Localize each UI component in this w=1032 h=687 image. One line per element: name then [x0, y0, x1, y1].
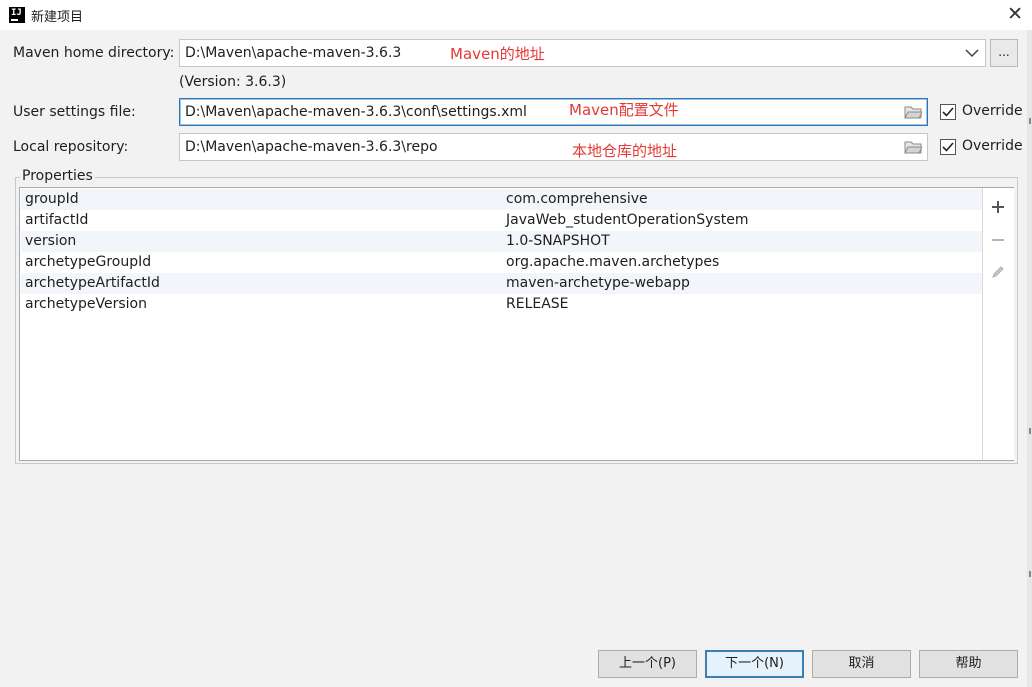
user-settings-field[interactable]: D:\Maven\apache-maven-3.6.3\conf\setting…	[179, 98, 928, 126]
window-title: 新建项目	[31, 10, 84, 25]
local-repo-field[interactable]: D:\Maven\apache-maven-3.6.3\repo	[179, 133, 928, 161]
properties-table: groupId com.comprehensive artifactId Jav…	[19, 187, 1014, 461]
property-value: RELEASE	[506, 296, 569, 312]
edit-icon[interactable]	[990, 264, 1006, 280]
remove-icon[interactable]	[990, 232, 1006, 248]
user-settings-override-checkbox[interactable]	[940, 104, 956, 120]
property-value: 1.0-SNAPSHOT	[506, 233, 610, 249]
property-value: maven-archetype-webapp	[506, 275, 690, 291]
close-icon[interactable]: ✕	[1007, 3, 1023, 25]
scroll-marker	[1029, 118, 1031, 124]
property-value: org.apache.maven.archetypes	[506, 254, 720, 270]
table-row[interactable]: archetypeVersion RELEASE	[21, 294, 982, 315]
property-key: archetypeArtifactId	[25, 275, 160, 291]
local-repo-override-checkbox[interactable]	[940, 139, 956, 155]
table-row[interactable]: artifactId JavaWeb_studentOperationSyste…	[21, 210, 982, 231]
property-value: JavaWeb_studentOperationSystem	[506, 212, 749, 228]
maven-home-label: Maven home directory:	[13, 45, 175, 61]
property-key: archetypeGroupId	[25, 254, 152, 270]
user-settings-value: D:\Maven\apache-maven-3.6.3\conf\setting…	[185, 104, 527, 120]
table-row[interactable]: version 1.0-SNAPSHOT	[21, 231, 982, 252]
folder-icon[interactable]	[904, 140, 922, 154]
chevron-down-icon[interactable]	[964, 42, 980, 64]
property-key: groupId	[25, 191, 79, 207]
browse-button[interactable]: ...	[990, 39, 1018, 67]
scroll-marker	[1029, 428, 1031, 434]
window-edge	[1027, 30, 1032, 687]
folder-icon[interactable]	[904, 105, 922, 119]
local-repo-annotation: 本地仓库的地址	[572, 142, 678, 160]
add-icon[interactable]	[990, 199, 1006, 215]
user-settings-override-label: Override	[962, 103, 1023, 119]
scroll-marker	[1029, 571, 1031, 577]
previous-button[interactable]: 上一个(P)	[598, 650, 697, 678]
maven-home-value: D:\Maven\apache-maven-3.6.3	[185, 45, 402, 61]
help-button[interactable]: 帮助	[919, 650, 1018, 678]
table-row[interactable]: groupId com.comprehensive	[21, 189, 982, 210]
property-value: com.comprehensive	[506, 191, 648, 207]
local-repo-value: D:\Maven\apache-maven-3.6.3\repo	[185, 139, 438, 155]
checkmark-icon	[942, 107, 954, 117]
maven-home-combobox[interactable]: D:\Maven\apache-maven-3.6.3	[179, 39, 986, 67]
user-settings-annotation: Maven配置文件	[569, 101, 679, 119]
property-key: version	[25, 233, 77, 249]
local-repo-label: Local repository:	[13, 139, 129, 155]
intellij-logo-icon: IJ	[9, 7, 25, 23]
table-row[interactable]: archetypeArtifactId maven-archetype-weba…	[21, 273, 982, 294]
maven-version-label: (Version: 3.6.3)	[179, 74, 287, 90]
user-settings-label: User settings file:	[13, 104, 136, 120]
maven-home-annotation: Maven的地址	[450, 45, 545, 63]
title-bar: IJ 新建项目 ✕	[0, 0, 1032, 30]
table-row[interactable]: archetypeGroupId org.apache.maven.archet…	[21, 252, 982, 273]
table-toolbar	[982, 188, 1014, 460]
property-key: archetypeVersion	[25, 296, 147, 312]
cancel-button[interactable]: 取消	[812, 650, 911, 678]
local-repo-override-label: Override	[962, 138, 1023, 154]
properties-title: Properties	[20, 168, 95, 184]
next-button[interactable]: 下一个(N)	[705, 650, 804, 678]
property-key: artifactId	[25, 212, 89, 228]
checkmark-icon	[942, 142, 954, 152]
